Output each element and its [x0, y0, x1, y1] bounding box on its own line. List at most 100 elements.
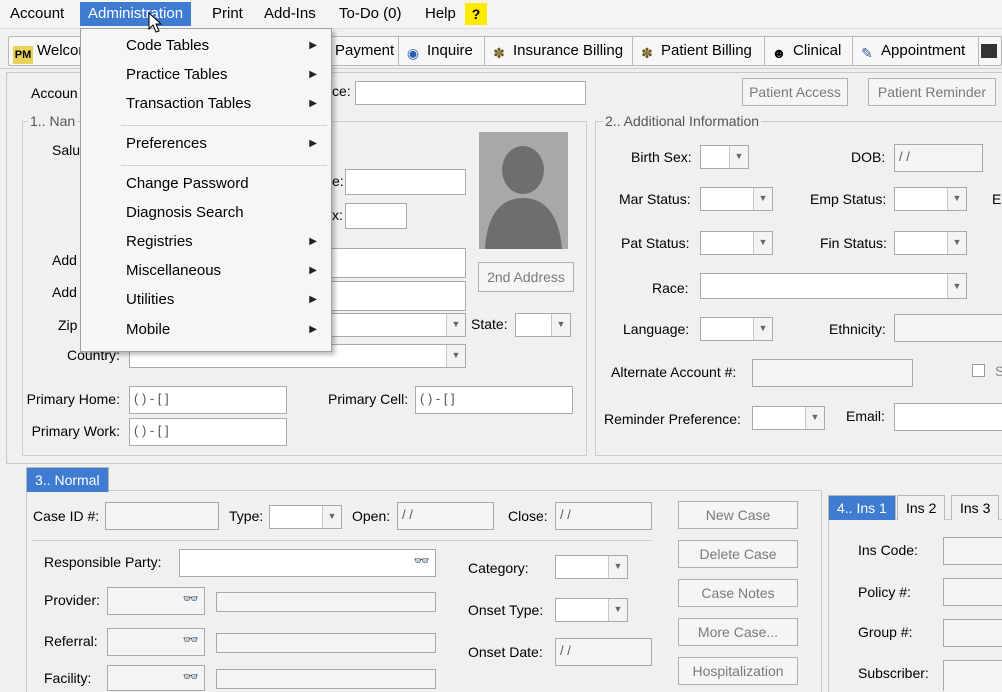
- menu-item-miscellaneous[interactable]: Miscellaneous ▶: [81, 258, 329, 284]
- mar-status-dropdown[interactable]: ▼: [700, 187, 773, 211]
- toolbar-patient-billing-button[interactable]: ✽ Patient Billing: [632, 36, 768, 66]
- toolbar-clinical-button[interactable]: ☻ Clinical: [764, 36, 856, 66]
- hospitalization-button[interactable]: Hospitalization: [678, 657, 798, 685]
- primary-work-field[interactable]: ( ) - [ ]: [129, 418, 287, 446]
- menu-administration[interactable]: Administration: [80, 2, 192, 26]
- dob-field[interactable]: / /: [894, 144, 983, 172]
- toolbar-inquire-button[interactable]: ◉ Inquire: [398, 36, 488, 66]
- provider-code-field[interactable]: 👓: [107, 587, 205, 615]
- group-field[interactable]: [943, 619, 1002, 647]
- open-date-field[interactable]: / /: [397, 502, 494, 530]
- responsible-party-field[interactable]: 👓: [179, 549, 436, 577]
- email-field[interactable]: [894, 403, 1002, 431]
- submenu-arrow-icon: ▶: [309, 236, 317, 247]
- policy-field[interactable]: [943, 578, 1002, 606]
- pat-status-dropdown[interactable]: ▼: [700, 231, 773, 255]
- toolbar-more-button[interactable]: [978, 36, 1002, 66]
- menu-item-code-tables[interactable]: Code Tables ▶: [81, 33, 329, 59]
- type-dropdown[interactable]: ▼: [269, 505, 342, 529]
- state-dropdown[interactable]: ▼: [515, 313, 571, 337]
- e-label: e:: [332, 173, 344, 189]
- menu-separator: [121, 165, 327, 166]
- second-address-button[interactable]: 2nd Address: [478, 262, 574, 292]
- ethnicity-label: Ethnicity:: [829, 321, 886, 337]
- chevron-down-icon: ▼: [947, 188, 966, 210]
- patient-reminder-button[interactable]: Patient Reminder: [868, 78, 996, 106]
- menu-item-diagnosis-search[interactable]: Diagnosis Search: [81, 200, 329, 226]
- checkbox[interactable]: [972, 364, 985, 377]
- emp-status-dropdown[interactable]: ▼: [894, 187, 967, 211]
- name-field-2[interactable]: [345, 203, 407, 229]
- search-glasses-icon[interactable]: 👓: [180, 668, 202, 686]
- new-case-button[interactable]: New Case: [678, 501, 798, 529]
- tab-ins-2[interactable]: Ins 2: [897, 495, 946, 520]
- primary-cell-field[interactable]: ( ) - [ ]: [415, 386, 573, 414]
- patient-photo[interactable]: [479, 132, 568, 249]
- address1-field[interactable]: [330, 248, 466, 278]
- menu-help[interactable]: Help: [417, 2, 464, 26]
- toolbar-payment-button[interactable]: Payment: [330, 36, 402, 66]
- menu-item-preferences[interactable]: Preferences ▶: [81, 131, 329, 157]
- chevron-down-icon: ▼: [729, 146, 748, 168]
- reminder-preference-dropdown[interactable]: ▼: [752, 406, 825, 430]
- toolbar-insurance-billing-button[interactable]: ✽ Insurance Billing: [484, 36, 636, 66]
- search-glasses-icon[interactable]: 👓: [180, 590, 202, 608]
- primary-home-field[interactable]: ( ) - [ ]: [129, 386, 287, 414]
- tab-ins-3[interactable]: Ins 3: [951, 495, 1000, 520]
- alternate-account-field[interactable]: [752, 359, 913, 387]
- ins-code-field[interactable]: [943, 537, 1002, 565]
- subscriber-label: Subscriber:: [858, 665, 929, 681]
- toolbar-appointment-button[interactable]: ✎ Appointment: [852, 36, 982, 66]
- search-glasses-icon[interactable]: 👓: [180, 631, 202, 649]
- tab-ins-1[interactable]: 4.. Ins 1: [828, 495, 896, 520]
- birth-sex-dropdown[interactable]: ▼: [700, 145, 749, 169]
- ethnicity-field[interactable]: [894, 314, 1002, 342]
- submenu-arrow-icon: ▶: [309, 40, 317, 51]
- menu-item-registries[interactable]: Registries ▶: [81, 229, 329, 255]
- onset-date-field[interactable]: / /: [555, 638, 652, 666]
- language-dropdown[interactable]: ▼: [700, 317, 773, 341]
- delete-case-button[interactable]: Delete Case: [678, 540, 798, 568]
- menu-item-change-password[interactable]: Change Password: [81, 171, 329, 197]
- person-silhouette-icon: [485, 146, 562, 249]
- menu-item-utilities[interactable]: Utilities ▶: [81, 287, 329, 313]
- menu-item-transaction-tables[interactable]: Transaction Tables ▶: [81, 91, 329, 117]
- name-field-1[interactable]: [345, 169, 466, 195]
- search-glasses-icon[interactable]: 👓: [411, 552, 433, 570]
- case-notes-button[interactable]: Case Notes: [678, 579, 798, 607]
- submenu-arrow-icon: ▶: [309, 294, 317, 305]
- policy-label: Policy #:: [858, 584, 911, 600]
- address2-field[interactable]: [330, 281, 466, 311]
- chevron-down-icon: ▼: [322, 506, 341, 528]
- patient-access-button[interactable]: Patient Access: [742, 78, 848, 106]
- case-id-field[interactable]: [105, 502, 219, 530]
- referral-code-field[interactable]: 👓: [107, 628, 205, 656]
- onset-type-dropdown[interactable]: ▼: [555, 598, 628, 622]
- facility-code-field[interactable]: 👓: [107, 665, 205, 691]
- chevron-down-icon: ▼: [608, 599, 627, 621]
- race-dropdown[interactable]: ▼: [700, 273, 967, 299]
- menu-add-ins[interactable]: Add-Ins: [256, 2, 324, 26]
- race-label: Race:: [652, 280, 689, 296]
- city-dropdown[interactable]: ▼: [330, 313, 466, 337]
- onset-date-label: Onset Date:: [468, 644, 543, 660]
- alternate-account-label: Alternate Account #:: [611, 364, 737, 380]
- help-question-icon[interactable]: ?: [465, 3, 487, 25]
- menu-account[interactable]: Account: [2, 2, 72, 26]
- mouse-cursor-icon: [148, 11, 163, 37]
- primary-home-label: Primary Home:: [26, 391, 120, 407]
- top-field[interactable]: [355, 81, 586, 105]
- more-case-button[interactable]: More Case...: [678, 618, 798, 646]
- chevron-down-icon: ▼: [947, 274, 966, 298]
- close-date-field[interactable]: / /: [555, 502, 652, 530]
- category-dropdown[interactable]: ▼: [555, 555, 628, 579]
- tab-normal[interactable]: 3.. Normal: [26, 467, 109, 492]
- subscriber-field[interactable]: [943, 660, 1002, 691]
- menu-todo[interactable]: To-Do (0): [331, 2, 410, 26]
- fin-status-dropdown[interactable]: ▼: [894, 231, 967, 255]
- gear-icon: ✽: [641, 45, 653, 61]
- menu-item-mobile[interactable]: Mobile ▶: [81, 317, 329, 343]
- toolbar-welcome-button[interactable]: PMWelcome: [8, 36, 88, 66]
- menu-print[interactable]: Print: [204, 2, 251, 26]
- menu-item-practice-tables[interactable]: Practice Tables ▶: [81, 62, 329, 88]
